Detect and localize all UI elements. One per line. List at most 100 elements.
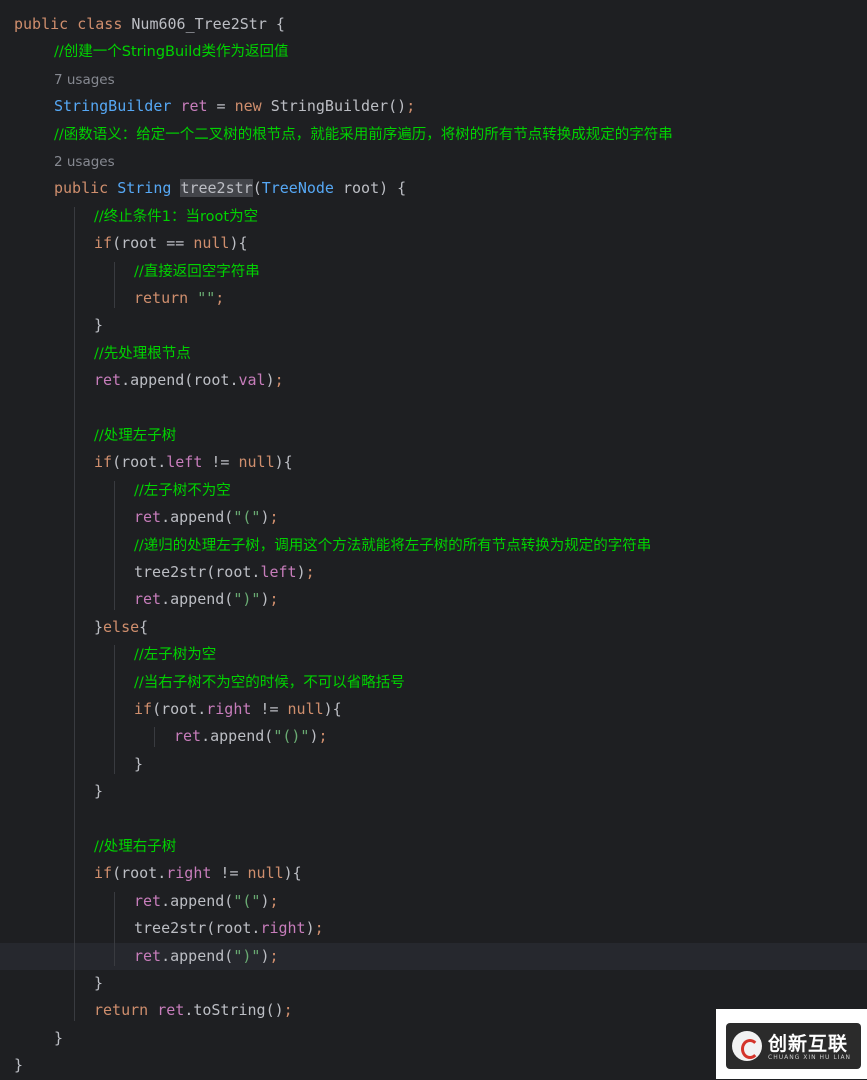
code-line[interactable]: ret.append(")");	[0, 586, 867, 613]
code-token-kw: public	[54, 179, 118, 198]
code-line[interactable]	[0, 395, 867, 422]
code-token-kw: new	[234, 97, 271, 116]
code-line[interactable]: }	[0, 970, 867, 997]
code-token-field: right	[166, 864, 212, 883]
code-token-cmt: //处理左子树	[94, 428, 177, 444]
code-token-field: right	[206, 700, 252, 718]
code-line[interactable]: public String tree2str(TreeNode root) {	[0, 175, 867, 202]
code-text: }	[94, 970, 103, 997]
code-text: return ret.toString();	[94, 997, 293, 1024]
code-line[interactable]: //终止条件1：当root为空	[0, 203, 867, 230]
code-line[interactable]: //左子树为空	[0, 641, 867, 668]
code-token-plain: ){	[323, 700, 342, 718]
code-line[interactable]: tree2str(root.right);	[0, 915, 867, 942]
code-token-plain: }	[94, 974, 104, 992]
code-line[interactable]: ret.append("(");	[0, 888, 867, 915]
code-token-plain: tree2str(root.	[134, 563, 261, 581]
code-token-plain: )	[265, 371, 275, 390]
code-line[interactable]: //先处理根节点	[0, 340, 867, 367]
code-text: ret.append(")");	[134, 943, 279, 970]
code-token-str: ""	[197, 289, 216, 307]
code-line[interactable]: ret.append(root.val);	[0, 367, 867, 394]
code-editor[interactable]: public class Num606_Tree2Str { //创建一个Stri…	[0, 0, 867, 1079]
code-token-kw: else	[103, 617, 140, 636]
code-token-cmt: //创建一个StringBuild类作为返回值	[54, 44, 289, 61]
code-token-plain: )	[296, 563, 306, 581]
code-text: 2 usages	[54, 148, 115, 176]
code-token-cmt: //递归的处理左子树，调用这个方法就能将左子树的所有节点转换为规定的字符串	[134, 537, 652, 554]
code-token-field: ret	[94, 371, 122, 390]
code-token-plain: }	[94, 617, 104, 636]
code-line[interactable]: ret.append("(");	[0, 504, 867, 531]
code-token-kw: ;	[305, 563, 315, 581]
code-text: if(root == null){	[94, 230, 248, 257]
code-line[interactable]: }	[0, 751, 867, 778]
code-line[interactable]: }else{	[0, 614, 867, 641]
code-token-plain: ){	[229, 234, 248, 253]
watermark-subtitle: CHUANG XIN HU LIAN	[768, 1054, 852, 1061]
code-line[interactable]: ret.append("()");	[0, 723, 867, 750]
code-text: public class Num606_Tree2Str {	[14, 11, 285, 38]
code-token-str: ")"	[233, 590, 261, 609]
code-token-cmt: //当右子树不为空的时候，不可以省略括号	[134, 674, 405, 691]
code-text: if(root.right != null){	[94, 860, 302, 887]
code-token-kw: if	[94, 234, 113, 253]
code-token-field: ret	[134, 946, 162, 965]
code-text: }	[134, 751, 143, 778]
code-line[interactable]: ret.append(")");	[0, 942, 867, 970]
code-token-plain: (root.	[152, 700, 207, 718]
code-line[interactable]: if(root.right != null){	[0, 860, 867, 887]
code-line[interactable]: public class Num606_Tree2Str {	[0, 11, 867, 38]
code-line[interactable]: //直接返回空字符串	[0, 258, 867, 285]
code-token-type: TreeNode	[261, 179, 343, 198]
code-token-plain: .append(root.	[121, 371, 239, 390]
code-text: //函数语义：给定一个二叉树的根节点，就能采用前序遍历，将树的所有节点转换成规定…	[54, 121, 673, 149]
code-line[interactable]: if(root == null){	[0, 230, 867, 257]
code-line[interactable]: //左子树不为空	[0, 477, 867, 504]
code-line[interactable]: if(root.right != null){	[0, 696, 867, 723]
code-line[interactable]: return "";	[0, 285, 867, 312]
code-line[interactable]: tree2str(root.left);	[0, 559, 867, 586]
code-line[interactable]: //当右子树不为空的时候，不可以省略括号	[0, 669, 867, 696]
code-text: //递归的处理左子树，调用这个方法就能将左子树的所有节点转换为规定的字符串	[134, 532, 651, 560]
indent-guide	[154, 727, 155, 747]
code-line[interactable]: //创建一个StringBuild类作为返回值	[0, 38, 867, 65]
code-text: 7 usages	[54, 66, 115, 94]
code-token-type: StringBuilder	[54, 97, 181, 116]
code-token-plain: =	[207, 97, 235, 116]
code-token-cmt: //处理右子树	[94, 839, 177, 855]
usages-hint[interactable]: 2 usages	[0, 148, 867, 175]
code-token-cmt: //先处理根节点	[94, 345, 191, 362]
code-line[interactable]: if(root.left != null){	[0, 449, 867, 476]
code-text: }	[94, 778, 103, 805]
code-token-field: val	[238, 371, 266, 390]
code-token-field: ret	[157, 1001, 185, 1020]
code-token-field: ret	[180, 97, 208, 116]
code-token-str: ")"	[233, 946, 261, 965]
code-token-kw: null	[193, 234, 230, 253]
code-line[interactable]: }	[0, 312, 867, 339]
code-line[interactable]: //处理右子树	[0, 833, 867, 860]
code-token-plain: !=	[211, 864, 248, 883]
code-token-plain: StringBuilder()	[270, 97, 407, 116]
code-token-plain: .append(	[161, 590, 234, 609]
code-line[interactable]: StringBuilder ret = new StringBuilder();	[0, 93, 867, 120]
code-text: StringBuilder ret = new StringBuilder();	[54, 93, 415, 120]
code-line[interactable]: //处理左子树	[0, 422, 867, 449]
code-token-kw: return	[94, 1001, 158, 1020]
code-line[interactable]	[0, 806, 867, 833]
code-line[interactable]: }	[0, 778, 867, 805]
code-line[interactable]: //递归的处理左子树，调用这个方法就能将左子树的所有节点转换为规定的字符串	[0, 532, 867, 559]
usages-hint[interactable]: 7 usages	[0, 66, 867, 93]
code-token-field: left	[166, 453, 203, 472]
code-token-cmt: //终止条件1：当root为空	[94, 208, 259, 225]
code-token-kw: ;	[318, 727, 328, 746]
code-token-plain: !=	[202, 453, 239, 472]
code-line[interactable]: //函数语义：给定一个二叉树的根节点，就能采用前序遍历，将树的所有节点转换成规定…	[0, 121, 867, 148]
watermark-logo: 创新互联 CHUANG XIN HU LIAN	[716, 1009, 867, 1079]
code-text: tree2str(root.right);	[134, 915, 324, 942]
code-text: //左子树为空	[134, 641, 216, 669]
code-text: //直接返回空字符串	[134, 258, 260, 286]
code-text: public String tree2str(TreeNode root) {	[54, 175, 406, 202]
indent-guide	[74, 206, 75, 1021]
